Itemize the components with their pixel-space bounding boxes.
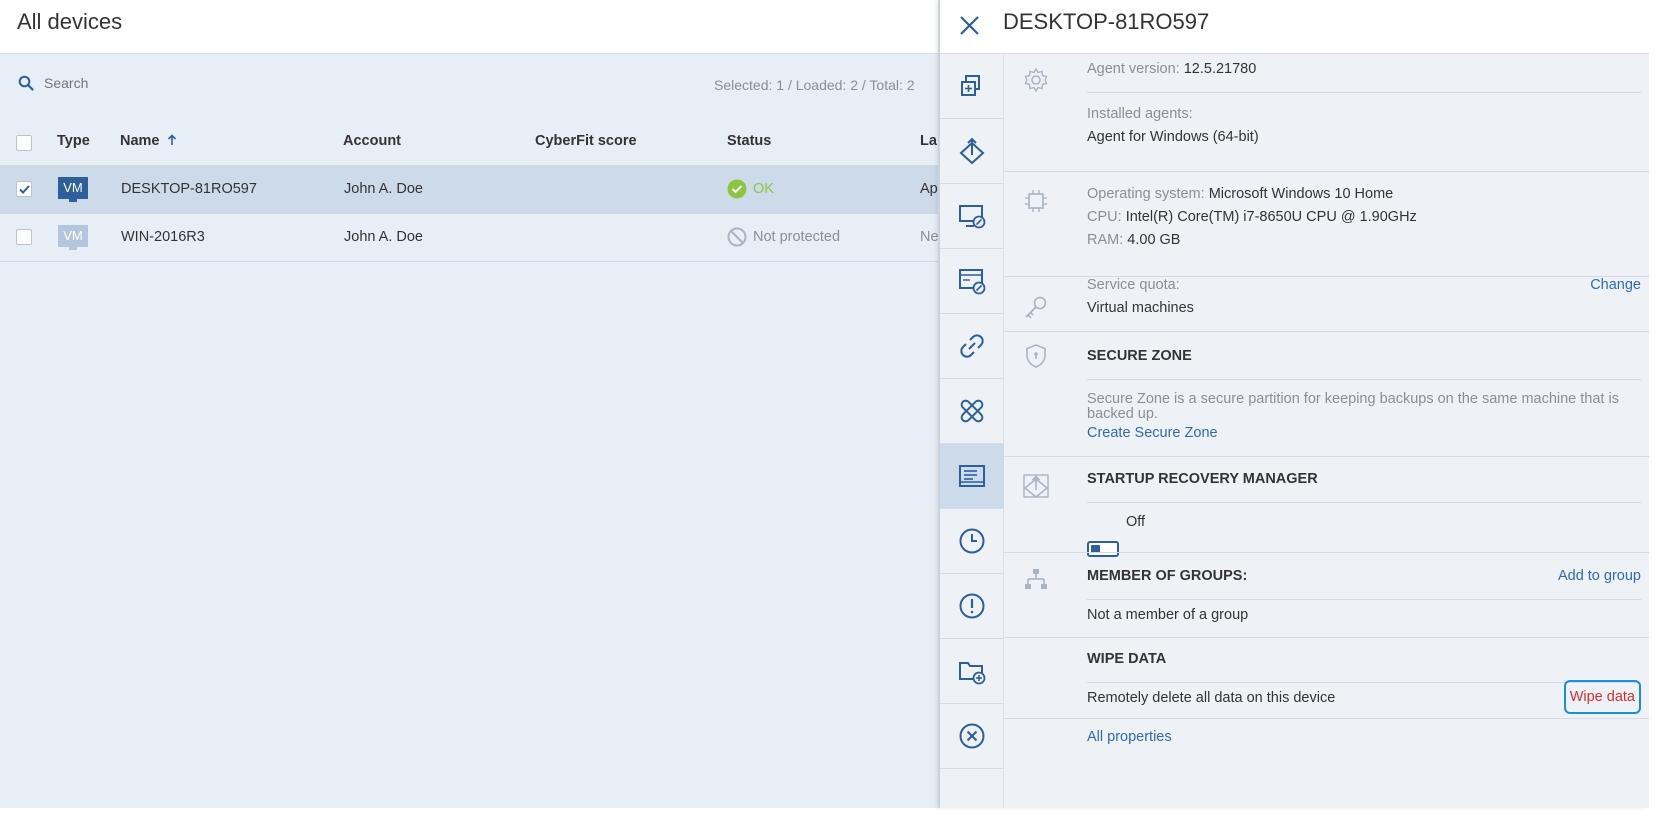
rail-remote-desktop[interactable] bbox=[940, 184, 1004, 249]
search-icon bbox=[18, 75, 34, 91]
secure-zone-description-1: Secure Zone is a secure partition for ke… bbox=[1087, 391, 1619, 407]
details-icon bbox=[959, 465, 985, 487]
rail-alerts[interactable] bbox=[940, 574, 1004, 639]
installed-agents-label: Installed agents: bbox=[1087, 106, 1193, 122]
sort-ascending-icon bbox=[167, 134, 176, 145]
add-to-group-link[interactable]: Add to group bbox=[1558, 568, 1641, 584]
window-remote-icon bbox=[959, 269, 986, 295]
device-name: WIN-2016R3 bbox=[121, 229, 205, 245]
desktop-remote-icon bbox=[959, 205, 986, 229]
device-account: John A. Doe bbox=[344, 229, 423, 245]
column-last[interactable]: La bbox=[920, 133, 937, 149]
page-title: All devices bbox=[17, 9, 123, 34]
table-row[interactable]: VM WIN-2016R3 John A. Doe Not protected … bbox=[0, 214, 940, 262]
check-icon bbox=[19, 185, 30, 194]
action-icon-rail bbox=[940, 54, 1004, 808]
rail-add-to-group[interactable] bbox=[940, 639, 1004, 704]
column-name[interactable]: Name bbox=[120, 133, 177, 149]
wipe-data-description: Remotely delete all data on this device bbox=[1087, 690, 1336, 706]
wipe-data-heading: WIPE DATA bbox=[1087, 651, 1167, 667]
link-icon bbox=[960, 334, 984, 358]
selection-counts: Selected: 1 / Loaded: 2 / Total: 2 bbox=[714, 77, 915, 93]
shield-icon bbox=[1026, 344, 1046, 368]
rail-link[interactable] bbox=[940, 314, 1004, 379]
row-checkbox[interactable] bbox=[16, 181, 32, 197]
recovery-icon bbox=[959, 137, 985, 165]
device-list-area: All devices Selected: 1 / Loaded: 2 / To… bbox=[0, 0, 940, 808]
status-ok: OK bbox=[727, 179, 774, 199]
main-header: All devices bbox=[0, 0, 940, 54]
wipe-data-button[interactable]: Wipe data bbox=[1563, 680, 1641, 714]
status-not-protected: Not protected bbox=[727, 227, 840, 247]
installed-agents-value: Agent for Windows (64-bit) bbox=[1087, 129, 1259, 145]
service-quota-label-text: Service quota: bbox=[1087, 277, 1180, 293]
column-status[interactable]: Status bbox=[727, 133, 771, 149]
rail-delete[interactable] bbox=[940, 704, 1004, 769]
vm-icon: VM bbox=[58, 177, 88, 203]
cpu-info: CPU: Intel(R) Core(TM) i7-8650U CPU @ 1.… bbox=[1087, 209, 1417, 225]
secure-zone-description-2: backed up. bbox=[1087, 406, 1158, 422]
device-name: DESKTOP-81RO597 bbox=[121, 181, 257, 197]
search-input[interactable] bbox=[44, 75, 344, 91]
copy-icon bbox=[961, 75, 980, 96]
column-account[interactable]: Account bbox=[343, 133, 401, 149]
rail-details[interactable] bbox=[940, 444, 1004, 509]
member-of-groups-heading: MEMBER OF GROUPS: bbox=[1087, 568, 1248, 584]
agent-version: Agent version: 12.5.21780 bbox=[1087, 61, 1257, 77]
panel-header: DESKTOP-81RO597 bbox=[940, 0, 1649, 54]
gear-icon bbox=[1024, 67, 1048, 93]
table-header: Type Name Account CyberFit score Status … bbox=[0, 122, 940, 166]
patch-icon bbox=[960, 399, 984, 423]
startup-recovery-icon bbox=[1023, 474, 1049, 499]
folder-add-icon bbox=[959, 662, 986, 685]
select-all-checkbox[interactable] bbox=[16, 135, 32, 151]
toggle-state-label: Off bbox=[1126, 514, 1146, 530]
operating-system: Operating system: Microsoft Windows 10 H… bbox=[1087, 186, 1394, 202]
rail-web-remote[interactable] bbox=[940, 249, 1004, 314]
column-type[interactable]: Type bbox=[57, 133, 90, 149]
key-icon bbox=[1025, 296, 1047, 319]
device-details-panel: DESKTOP-81RO597 Agent version: 12.5.2178… bbox=[938, 0, 1649, 808]
table-row[interactable]: VM DESKTOP-81RO597 John A. Doe OK Ap bbox=[0, 166, 940, 214]
ram-info: RAM: 4.00 GB bbox=[1087, 232, 1181, 248]
secure-zone-heading: SECURE ZONE bbox=[1087, 348, 1192, 364]
column-name-label: Name bbox=[120, 133, 160, 149]
panel-title: DESKTOP-81RO597 bbox=[1003, 9, 1210, 34]
startup-recovery-toggle[interactable] bbox=[1087, 541, 1119, 557]
not-protected-icon bbox=[727, 227, 747, 247]
cpu-chip-icon bbox=[1025, 190, 1047, 212]
search-box[interactable] bbox=[18, 75, 344, 91]
clock-icon bbox=[959, 528, 985, 554]
close-icon[interactable] bbox=[956, 12, 984, 40]
startup-recovery-heading: STARTUP RECOVERY MANAGER bbox=[1087, 471, 1318, 487]
service-quota-value: Virtual machines bbox=[1087, 300, 1194, 316]
device-account: John A. Doe bbox=[344, 181, 423, 197]
alert-icon bbox=[959, 593, 985, 619]
device-last: Ap bbox=[920, 181, 938, 197]
row-checkbox[interactable] bbox=[16, 229, 32, 245]
change-quota-link[interactable]: Change bbox=[1590, 277, 1641, 293]
rail-copy[interactable] bbox=[940, 54, 1004, 119]
vm-icon: VM bbox=[58, 225, 88, 251]
details-content: Agent version: 12.5.21780 Installed agen… bbox=[1004, 54, 1649, 808]
device-last: Ne bbox=[920, 229, 939, 245]
create-secure-zone-link[interactable]: Create Secure Zone bbox=[1087, 425, 1218, 441]
all-properties-link[interactable]: All properties bbox=[1087, 729, 1172, 745]
ok-check-icon bbox=[727, 179, 747, 199]
group-hierarchy-icon bbox=[1025, 569, 1047, 589]
rail-patch[interactable] bbox=[940, 379, 1004, 444]
column-cyberfit-score[interactable]: CyberFit score bbox=[535, 133, 637, 149]
groups-value: Not a member of a group bbox=[1087, 607, 1249, 623]
cancel-icon bbox=[959, 723, 985, 749]
rail-recovery[interactable] bbox=[940, 119, 1004, 184]
rail-activities[interactable] bbox=[940, 509, 1004, 574]
